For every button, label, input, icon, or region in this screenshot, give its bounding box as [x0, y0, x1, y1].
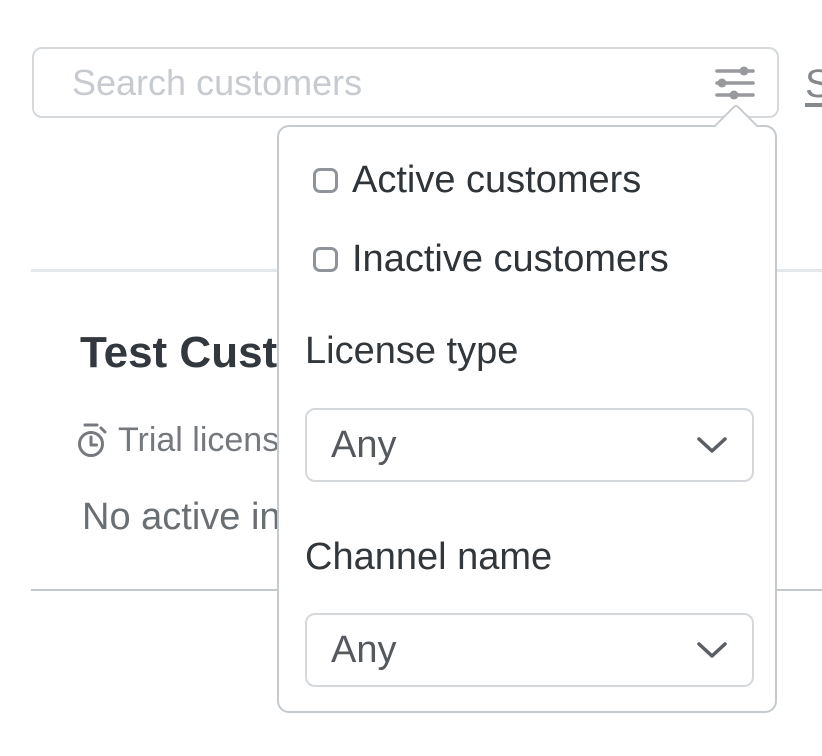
- license-type-select[interactable]: Any: [305, 408, 754, 482]
- active-customers-label: Active customers: [352, 159, 641, 202]
- license-type-value: Any: [331, 424, 696, 467]
- channel-name-select[interactable]: Any: [305, 613, 754, 687]
- inactive-customers-option[interactable]: Inactive customers: [313, 238, 669, 281]
- filter-button[interactable]: [709, 57, 761, 109]
- channel-name-value: Any: [331, 629, 696, 672]
- stopwatch-icon: [76, 420, 110, 460]
- customer-name: Test Cust: [80, 328, 277, 378]
- chevron-down-icon: [696, 641, 728, 659]
- license-type-text: Trial licens: [118, 421, 279, 460]
- active-customers-checkbox[interactable]: [313, 168, 338, 193]
- chevron-down-icon: [696, 436, 728, 454]
- filter-popover: Active customers Inactive customers Lice…: [277, 125, 777, 713]
- search-input[interactable]: [70, 61, 709, 105]
- inactive-customers-label: Inactive customers: [352, 238, 669, 281]
- channel-name-label: Channel name: [305, 536, 552, 579]
- customer-status-text: No active in: [82, 496, 281, 539]
- right-edge-link[interactable]: S: [805, 62, 822, 107]
- inactive-customers-checkbox[interactable]: [313, 247, 338, 272]
- search-box: [32, 47, 779, 118]
- active-customers-option[interactable]: Active customers: [313, 159, 641, 202]
- sliders-icon: [713, 65, 757, 101]
- license-row: Trial licens: [76, 418, 279, 462]
- license-type-label: License type: [305, 330, 518, 373]
